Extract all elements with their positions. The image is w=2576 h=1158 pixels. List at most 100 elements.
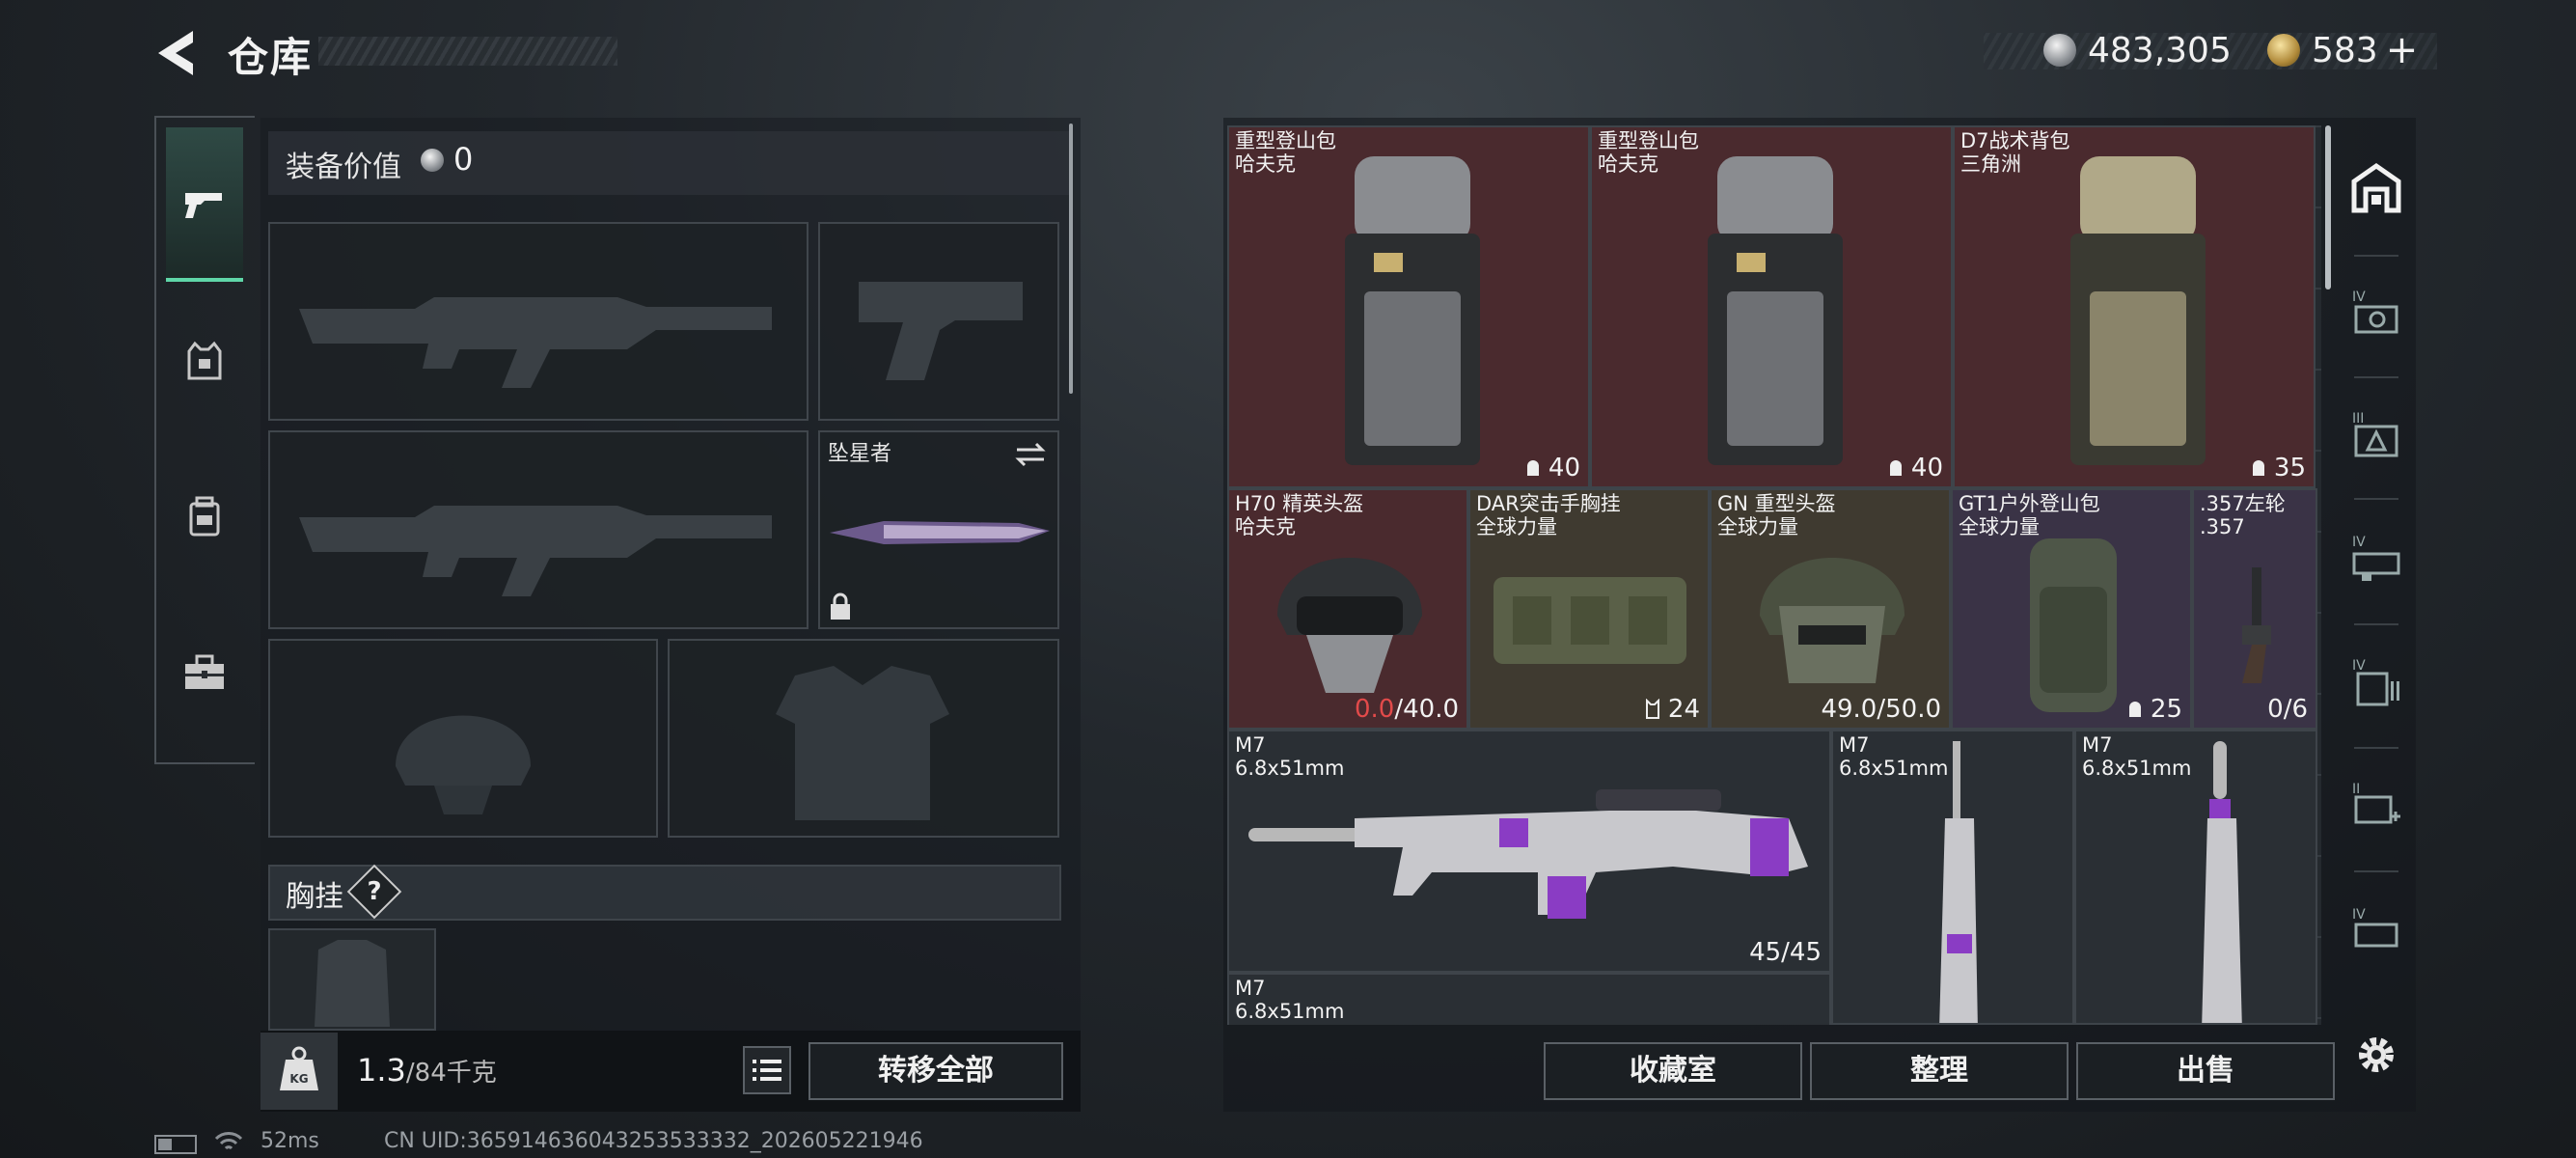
capacity-icon bbox=[1889, 460, 1902, 476]
storage-home-tab[interactable] bbox=[2343, 154, 2410, 222]
silver-amount: 483,305 bbox=[2088, 30, 2232, 70]
chest-rig-label: 胸挂 bbox=[286, 880, 343, 914]
weapon-category-tab[interactable]: IV bbox=[2343, 280, 2410, 347]
helmet-slot[interactable] bbox=[268, 639, 658, 838]
item-durability: 49.0/50.0 bbox=[1821, 695, 1941, 724]
storage-item[interactable]: M7 6.8x51mm bbox=[1227, 973, 1831, 1025]
armor-tab[interactable] bbox=[166, 284, 243, 438]
rifle-vertical-image bbox=[2202, 741, 2242, 1023]
item-name: D7战术背包 三角洲 bbox=[1960, 129, 2070, 176]
backpack-tab[interactable] bbox=[166, 440, 243, 594]
title-decoration bbox=[318, 37, 617, 66]
equipment-scrollbar[interactable] bbox=[1069, 124, 1073, 394]
melee-slot[interactable]: 坠星者 bbox=[818, 430, 1059, 629]
gold-add-button[interactable]: + bbox=[2386, 28, 2419, 72]
back-button[interactable] bbox=[152, 27, 201, 79]
tier4-armor-icon: IV bbox=[2352, 535, 2400, 581]
capacity-icon bbox=[1526, 460, 1539, 476]
storage-item[interactable]: M7 6.8x51mm 45/45 bbox=[1227, 730, 1831, 973]
svg-text:III: III bbox=[2352, 411, 2364, 427]
secondary-weapon-slot[interactable] bbox=[268, 430, 808, 629]
item-durability: 0.0/40.0 bbox=[1355, 695, 1459, 724]
item-value: 40 bbox=[1548, 454, 1580, 482]
carry-weight: 1.3/84千克 bbox=[357, 1052, 497, 1089]
item-ammo: 45/45 bbox=[1749, 938, 1822, 967]
transfer-all-button[interactable]: 转移全部 bbox=[808, 1042, 1063, 1100]
armor-category-tab[interactable]: IV bbox=[2343, 525, 2410, 593]
ping-readout: 52ms bbox=[260, 1129, 319, 1153]
toolbox-icon bbox=[185, 654, 224, 689]
storage-item[interactable]: 重型登山包 哈夫克 40 bbox=[1590, 125, 1953, 488]
knife-icon bbox=[830, 521, 1050, 544]
storage-item[interactable]: DAR突击手胸挂 全球力量 24 bbox=[1468, 488, 1710, 730]
lock-icon bbox=[831, 593, 850, 620]
storage-home-icon bbox=[2351, 162, 2401, 213]
back-arrow-icon bbox=[158, 31, 193, 75]
tier4-misc-icon: IV bbox=[2352, 907, 2398, 948]
toolbox-tab[interactable] bbox=[166, 596, 243, 751]
item-capacity: 24 bbox=[1643, 695, 1700, 724]
storage-item[interactable]: M7 6.8x51mm bbox=[1831, 730, 2074, 1025]
storage-item[interactable]: 重型登山包 哈夫克 40 bbox=[1227, 125, 1590, 488]
helmet-image bbox=[1277, 558, 1422, 693]
item-capacity: 40 bbox=[1523, 454, 1580, 482]
storage-item[interactable]: GN 重型头盔 全球力量 49.0/50.0 bbox=[1710, 488, 1951, 730]
carry-weight-max: /84千克 bbox=[405, 1059, 497, 1088]
body-armor-slot[interactable] bbox=[668, 639, 1059, 838]
item-value: 24 bbox=[1667, 695, 1700, 724]
chest-rig-slot[interactable] bbox=[268, 928, 436, 1031]
storage-item[interactable]: D7战术背包 三角洲 35 bbox=[1953, 125, 2316, 488]
storage-grid[interactable]: 重型登山包 哈夫克 40 重型登山包 哈夫克 40 D7战术背包 三角洲 35 … bbox=[1227, 125, 2321, 1025]
storage-item[interactable]: .357左轮 .357 0/6 bbox=[2192, 488, 2317, 730]
storage-item[interactable]: GT1户外登山包 全球力量 25 bbox=[1951, 488, 2192, 730]
item-value: 40 bbox=[1910, 454, 1943, 482]
list-icon bbox=[753, 1060, 781, 1081]
item-name: M7 6.8x51mm bbox=[1839, 733, 1949, 780]
item-durability-current: 0.0 bbox=[1354, 695, 1395, 724]
melee-name: 坠星者 bbox=[828, 442, 892, 466]
wifi-icon bbox=[214, 1132, 243, 1150]
ammo-category-tab[interactable]: IV bbox=[2343, 648, 2410, 716]
swap-icon[interactable] bbox=[1013, 440, 1048, 469]
item-durability-max: /40.0 bbox=[1394, 695, 1459, 724]
gear-icon bbox=[2359, 1037, 2394, 1072]
svg-text:IV: IV bbox=[2352, 658, 2366, 674]
revolver-image bbox=[2242, 567, 2271, 683]
weight-box: KG bbox=[260, 1033, 338, 1110]
item-value: 35 bbox=[2273, 454, 2306, 482]
helmet-image bbox=[1760, 558, 1905, 683]
gold-currency[interactable]: 583 + bbox=[2267, 28, 2419, 72]
item-name: M7 6.8x51mm bbox=[1235, 733, 1345, 780]
primary-weapon-slot[interactable] bbox=[268, 222, 808, 421]
tier3-gear-icon: III bbox=[2352, 411, 2398, 457]
left-category-nav bbox=[154, 116, 255, 764]
misc-category-tab[interactable]: IV bbox=[2343, 897, 2410, 965]
medical-category-tab[interactable]: II bbox=[2343, 772, 2410, 840]
storage-scrollbar[interactable] bbox=[2325, 125, 2331, 290]
vest-icon bbox=[187, 341, 222, 380]
settings-button[interactable] bbox=[2343, 1021, 2410, 1089]
item-capacity: 35 bbox=[2249, 454, 2306, 482]
backpack-image bbox=[1345, 156, 1480, 465]
item-name: .357左轮 .357 bbox=[2200, 492, 2286, 538]
list-view-button[interactable] bbox=[743, 1046, 791, 1094]
help-icon[interactable]: ? bbox=[363, 872, 386, 911]
item-name: GT1户外登山包 全球力量 bbox=[1959, 492, 2100, 538]
storage-item[interactable]: M7 6.8x51mm bbox=[2074, 730, 2317, 1025]
organize-button[interactable]: 整理 bbox=[1810, 1042, 2069, 1100]
gear-category-tab[interactable]: III bbox=[2343, 401, 2410, 469]
capacity-icon bbox=[2128, 702, 2141, 717]
item-name: GN 重型头盔 全球力量 bbox=[1717, 492, 1836, 538]
item-capacity: 40 bbox=[1886, 454, 1943, 482]
chest-rig-silhouette-icon bbox=[315, 940, 390, 1027]
svg-text:II: II bbox=[2352, 782, 2360, 797]
collection-room-button[interactable]: 收藏室 bbox=[1544, 1042, 1802, 1100]
equipment-value-label: 装备价值 bbox=[286, 151, 401, 184]
sidearm-slot[interactable] bbox=[818, 222, 1059, 421]
weapon-tab[interactable] bbox=[166, 127, 243, 282]
page-title: 仓库 bbox=[228, 34, 314, 81]
gold-amount: 583 bbox=[2312, 30, 2378, 70]
storage-item[interactable]: H70 精英头盔 哈夫克 0.0/40.0 bbox=[1227, 488, 1468, 730]
pistol-icon bbox=[185, 193, 222, 218]
sell-button[interactable]: 出售 bbox=[2076, 1042, 2335, 1100]
